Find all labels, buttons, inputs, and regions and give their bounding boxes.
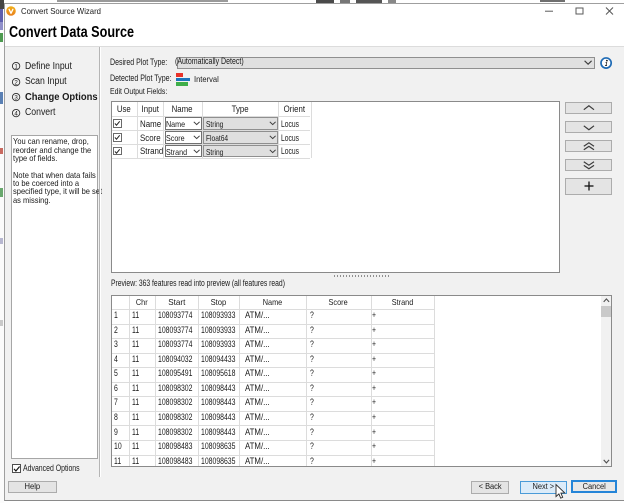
- svg-text:4: 4: [14, 110, 18, 117]
- svg-text:3: 3: [14, 94, 18, 101]
- svg-text:2: 2: [14, 79, 18, 86]
- svg-text:1: 1: [14, 63, 18, 70]
